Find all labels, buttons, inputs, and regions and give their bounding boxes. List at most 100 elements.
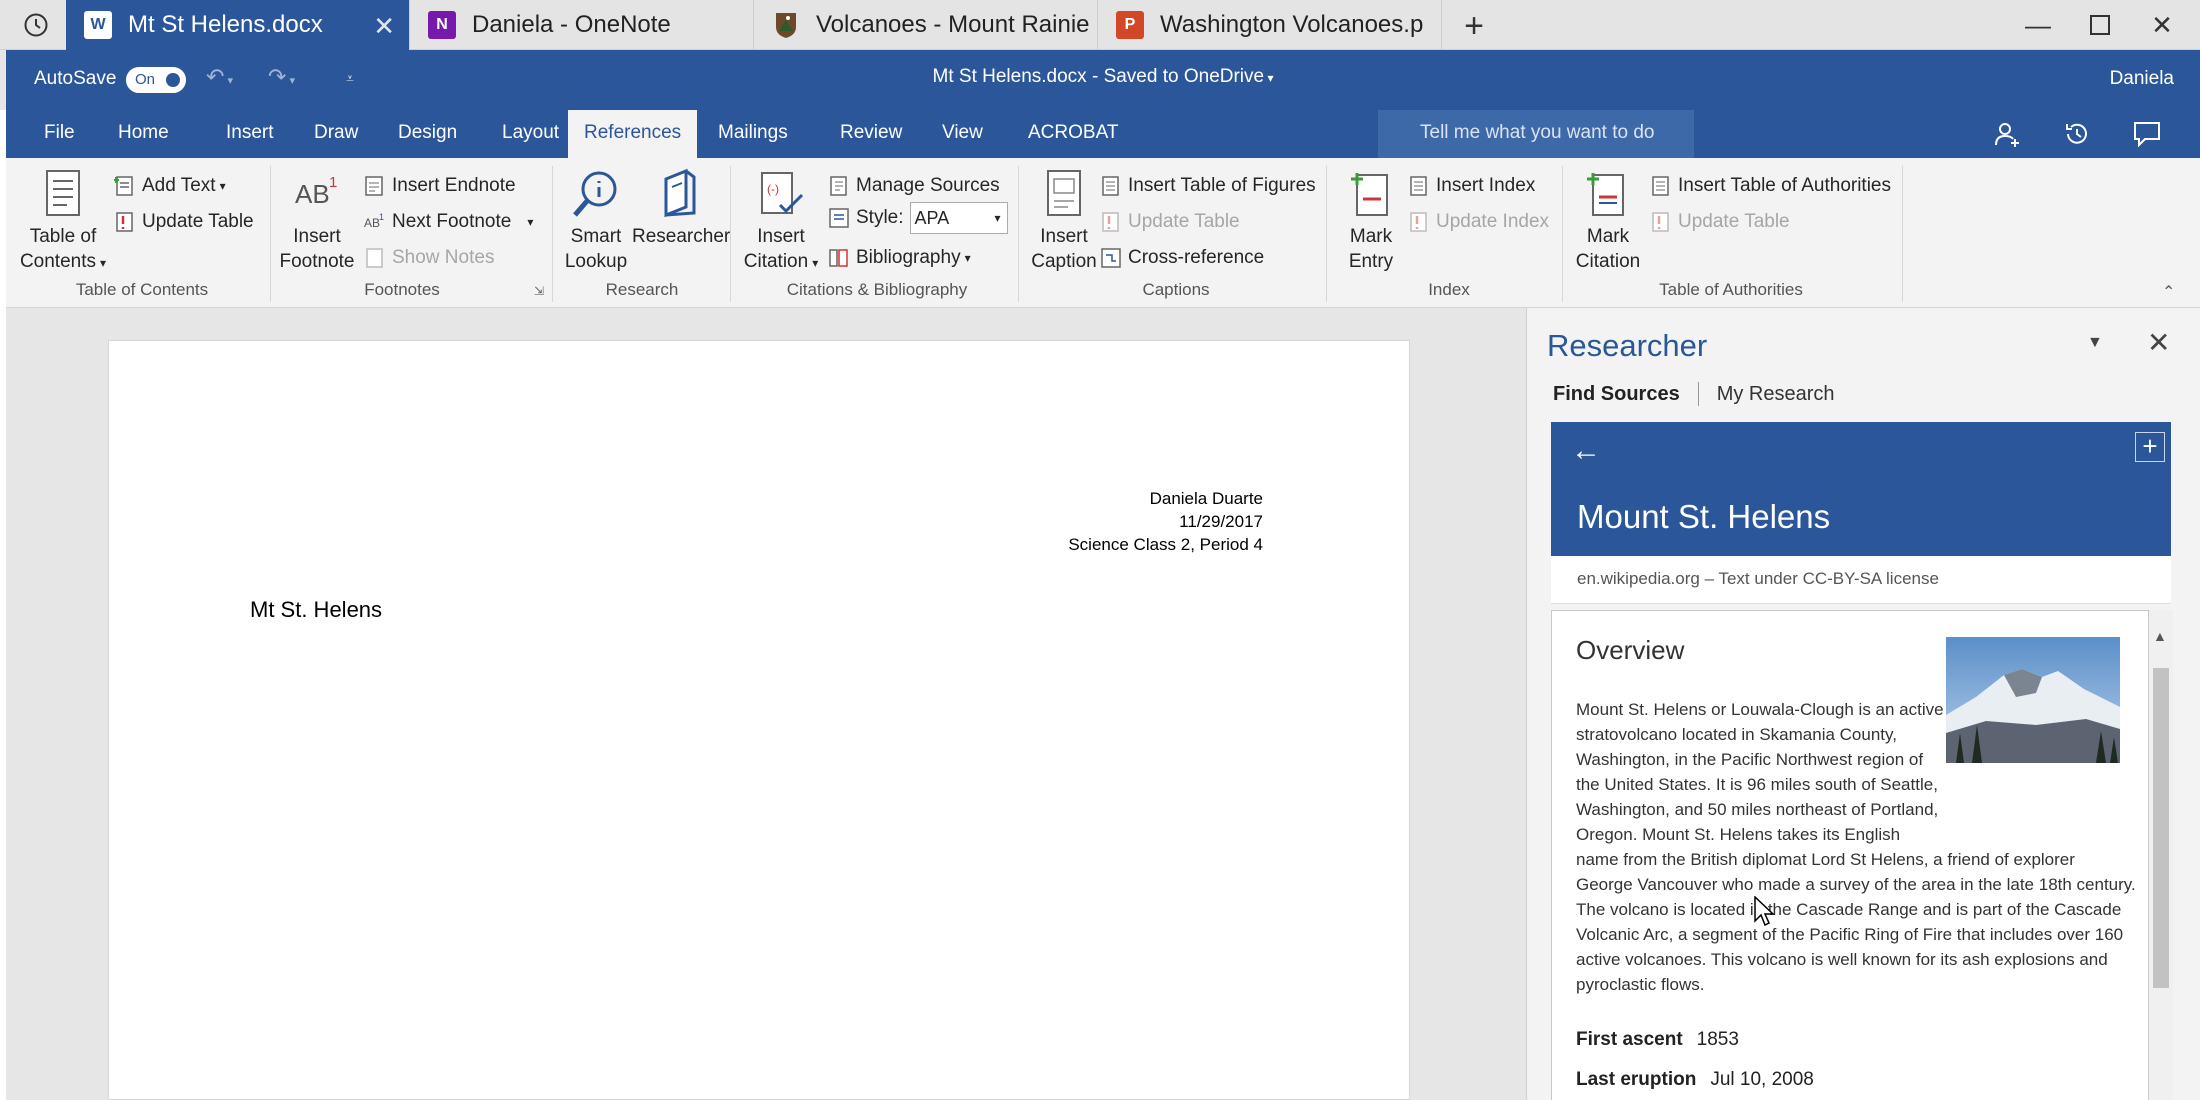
article-scrollbar[interactable]: ▲ [2149, 610, 2173, 1100]
tab-acrobat[interactable]: ACROBAT [1012, 110, 1134, 158]
share-icon[interactable] [1990, 118, 2024, 150]
tab-find-sources[interactable]: Find Sources [1553, 383, 1680, 406]
footnotes-dialog-launcher-icon[interactable]: ⇲ [534, 284, 544, 298]
tab-layout[interactable]: Layout [486, 110, 575, 158]
citation-style-select[interactable]: APA ▾ [909, 202, 1008, 234]
tab-onenote[interactable]: N Daniela - OneNote [410, 0, 754, 50]
footnote-icon: AB 1 [295, 174, 337, 209]
back-arrow-icon[interactable]: ← [1571, 434, 1601, 468]
comments-icon[interactable] [2130, 118, 2164, 150]
update-table-toc-button[interactable]: Update Table [114, 208, 254, 236]
table-of-contents-button[interactable]: Table of Contents ▾ [12, 168, 114, 276]
insert-endnote-button[interactable]: Insert Endnote [364, 172, 516, 200]
mark-citation-label: Mark Citation [1575, 226, 1641, 272]
tab-insert[interactable]: Insert [210, 110, 290, 158]
group-label-index: Index [1428, 280, 1470, 299]
mouse-pointer-icon [1754, 895, 1776, 933]
show-notes-label: Show Notes [392, 247, 495, 268]
insert-toa-label: Insert Table of Authorities [1678, 175, 1891, 196]
tab-volcanoes-rainier[interactable]: Volcanoes - Mount Rainie [754, 0, 1098, 50]
cross-reference-button[interactable]: Cross-reference [1100, 244, 1264, 272]
show-notes-button[interactable]: Show Notes [364, 244, 494, 272]
next-footnote-button[interactable]: AB 1 Next Footnote ▾ [364, 208, 533, 236]
update-table-label: Update Table [142, 211, 254, 232]
topic-title: Mount St. Helens [1577, 498, 1831, 535]
tell-me-search[interactable]: Tell me what you want to do [1378, 110, 1694, 158]
smart-lookup-button[interactable]: Smart Lookup [558, 168, 634, 274]
citation-style-control: Style: APA ▾ [828, 202, 1008, 234]
insert-citation-icon: (-) [761, 172, 804, 214]
insert-footnote-button[interactable]: AB 1 Insert Footnote [276, 168, 358, 274]
minimize-button[interactable]: — [2006, 0, 2070, 50]
activity-history-icon[interactable] [2060, 118, 2094, 150]
insert-citation-button[interactable]: (-) Insert Citation ▾ [736, 168, 826, 276]
tab-label: Daniela - OneNote [472, 11, 671, 38]
group-label-toa: Table of Authorities [1659, 280, 1803, 299]
document-title[interactable]: Mt St Helens.docx - Saved to OneDrive ▾ [6, 66, 2200, 88]
endnote-icon [364, 175, 386, 197]
tab-label: Mt St Helens.docx [128, 11, 323, 38]
tab-divider [1697, 382, 1699, 406]
insert-endnote-label: Insert Endnote [392, 175, 516, 196]
insert-toa-button[interactable]: Insert Table of Authorities [1650, 172, 1891, 200]
add-text-icon [114, 175, 136, 197]
document-date: 11/29/2017 [1179, 512, 1263, 531]
scroll-up-icon[interactable]: ▲ [2153, 628, 2167, 644]
tab-references[interactable]: References [568, 110, 698, 158]
new-tab-button[interactable]: + [1452, 4, 1496, 48]
maximize-button[interactable] [2068, 0, 2132, 50]
document-heading: Mt St. Helens [250, 597, 383, 622]
update-table-captions-button[interactable]: Update Table [1100, 208, 1240, 236]
collapse-ribbon-icon[interactable]: ⌃ [2162, 282, 2175, 302]
insert-caption-button[interactable]: Insert Caption [1024, 168, 1104, 274]
tab-powerpoint[interactable]: P Washington Volcanoes.p [1098, 0, 1442, 50]
insert-table-of-figures-button[interactable]: Insert Table of Figures [1100, 172, 1316, 200]
history-icon[interactable] [6, 0, 66, 50]
bibliography-icon [828, 247, 850, 269]
tab-design[interactable]: Design [382, 110, 473, 158]
update-table-toa-button[interactable]: Update Table [1650, 208, 1790, 236]
update-table-disabled-icon [1650, 211, 1672, 233]
tab-label: Washington Volcanoes.p [1160, 11, 1424, 38]
update-index-button[interactable]: Update Index [1408, 208, 1549, 236]
overview-heading: Overview [1576, 635, 1685, 665]
source-separator: – [1704, 569, 1719, 588]
tab-my-research[interactable]: My Research [1717, 383, 1835, 406]
smart-lookup-label: Smart Lookup [564, 226, 628, 272]
pane-options-icon[interactable]: ▼ [2087, 334, 2103, 352]
document-page[interactable]: Daniela Duarte 11/29/2017 Science Class … [108, 340, 1410, 1100]
add-text-button[interactable]: Add Text ▾ [114, 172, 226, 200]
overview-text: Mount St. Helens or Louwala-Clough is an… [1576, 697, 2136, 997]
group-label-citations: Citations & Bibliography [786, 280, 968, 299]
toc-icon [46, 170, 80, 216]
tab-mailings[interactable]: Mailings [702, 110, 804, 158]
researcher-button[interactable]: Researcher [632, 168, 730, 249]
add-to-document-icon[interactable]: + [2135, 432, 2165, 462]
bibliography-button[interactable]: Bibliography ▾ [828, 244, 971, 272]
researcher-tabs: Find Sources My Research [1553, 382, 1835, 406]
manage-sources-button[interactable]: Manage Sources [828, 172, 1000, 200]
user-name[interactable]: Daniela [2110, 68, 2174, 90]
tab-word-document[interactable]: W Mt St Helens.docx ✕ [66, 0, 410, 50]
scrollbar-thumb[interactable] [2153, 668, 2169, 988]
tell-me-text: Tell me what you want to do [1420, 122, 1655, 143]
source-domain[interactable]: en.wikipedia.org [1577, 569, 1700, 588]
insert-tof-label: Insert Table of Figures [1128, 175, 1316, 196]
tab-draw[interactable]: Draw [298, 110, 374, 158]
group-label-research: Research [605, 280, 679, 299]
tab-home[interactable]: Home [102, 110, 185, 158]
insert-index-label: Insert Index [1436, 175, 1536, 196]
powerpoint-app-icon: P [1116, 11, 1144, 39]
close-tab-icon[interactable]: ✕ [373, 11, 395, 42]
svg-text:1: 1 [379, 212, 384, 222]
insert-index-button[interactable]: Insert Index [1408, 172, 1535, 200]
update-table-icon [114, 211, 136, 233]
close-pane-icon[interactable]: ✕ [2147, 326, 2170, 359]
insert-caption-label: Insert Caption [1031, 226, 1097, 272]
mark-citation-button[interactable]: Mark Citation [1568, 168, 1648, 274]
mark-entry-button[interactable]: Mark Entry [1332, 168, 1410, 274]
tab-view[interactable]: View [926, 110, 999, 158]
close-window-button[interactable]: ✕ [2130, 0, 2194, 50]
tab-review[interactable]: Review [824, 110, 918, 158]
tab-file[interactable]: File [28, 110, 91, 158]
